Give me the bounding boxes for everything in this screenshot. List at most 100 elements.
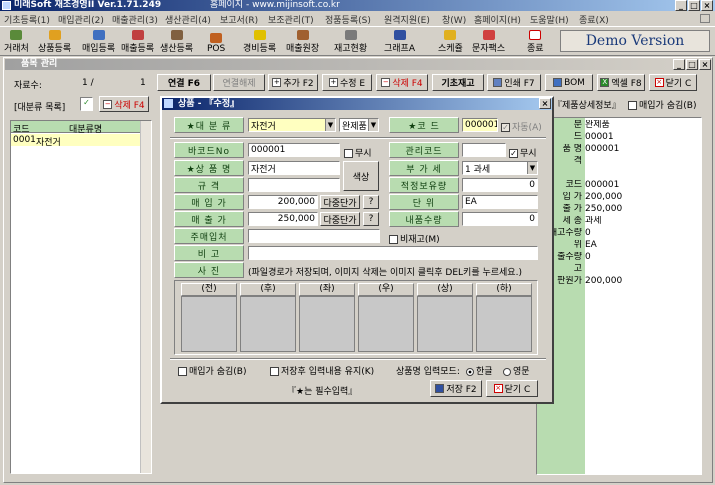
toolbar-pos[interactable]: POS bbox=[207, 28, 225, 54]
app-icon bbox=[2, 1, 11, 10]
barcode-ignore-checkbox[interactable]: 무시 bbox=[344, 146, 372, 159]
menu-production[interactable]: 생산관리(4) bbox=[165, 13, 211, 26]
detail-row: 판원가 200,000 bbox=[557, 276, 623, 286]
image-slot-left[interactable]: (좌) bbox=[299, 283, 355, 352]
bom-icon bbox=[553, 78, 563, 87]
table-row[interactable]: 0001 자전거 bbox=[11, 134, 151, 148]
sell-help-button[interactable]: ? bbox=[363, 212, 379, 226]
category-select[interactable]: 자전거 ▼ bbox=[248, 118, 336, 132]
print-button[interactable]: 인쇄 F7 bbox=[487, 74, 541, 91]
doc-icon[interactable]: ✓ bbox=[80, 97, 93, 111]
excel-button[interactable]: X 엑셀 F8 bbox=[597, 74, 645, 91]
link-button[interactable]: 연결 F6 bbox=[157, 74, 211, 91]
save-button[interactable]: 저장 F2 bbox=[430, 380, 482, 397]
toolbar-fax[interactable]: 문자팩스 bbox=[472, 28, 505, 54]
keep-input-checkbox[interactable]: 저장후 입력내용 유지(K) bbox=[270, 364, 374, 377]
note-field[interactable] bbox=[248, 246, 538, 260]
sell-price-field[interactable]: 250,000 bbox=[248, 212, 318, 226]
mode-korean-radio[interactable]: 한글 bbox=[466, 364, 493, 377]
expense-icon bbox=[253, 30, 266, 40]
menu-help[interactable]: 도움말(H) bbox=[530, 13, 569, 26]
buy-multi-price-button[interactable]: 다중단가 bbox=[320, 195, 360, 209]
pw-close-button[interactable]: × bbox=[699, 59, 711, 70]
toolbar-production[interactable]: 생산등록 bbox=[160, 28, 193, 54]
image-slot-top[interactable]: (상) bbox=[417, 283, 473, 352]
image-slot-front[interactable]: (전) bbox=[181, 283, 237, 352]
menu-basic[interactable]: 기초등록(1) bbox=[4, 13, 50, 26]
delete-button[interactable]: − 삭제 F4 bbox=[376, 74, 428, 91]
toolbar-stock[interactable]: 재고현황 bbox=[334, 28, 367, 54]
barcode-field[interactable]: 000001 bbox=[248, 143, 340, 157]
mgmt-ignore-checkbox[interactable]: ✓ 무시 bbox=[509, 146, 537, 159]
internal-qty-field[interactable]: 0 bbox=[462, 212, 538, 226]
edit-button[interactable]: + 수정 E bbox=[322, 74, 372, 91]
toolbar-graph[interactable]: 그래프A bbox=[384, 28, 415, 54]
category-delete-button[interactable]: − 삭제 F4 bbox=[99, 96, 149, 112]
detail-row: 드 00001 bbox=[573, 132, 614, 142]
image-slot-right[interactable]: (우) bbox=[358, 283, 414, 352]
menu-homepage[interactable]: 홈페이지(H) bbox=[474, 13, 521, 26]
minimize-button[interactable]: _ bbox=[675, 0, 687, 11]
detail-row: 분 완제품 bbox=[573, 120, 610, 130]
toolbar-purchase[interactable]: 매입등록 bbox=[82, 28, 115, 54]
product-type-select[interactable]: 완제품 ▼ bbox=[339, 118, 379, 132]
buy-help-button[interactable]: ? bbox=[363, 195, 379, 209]
base-stock-button[interactable]: 기초재고 bbox=[432, 74, 484, 91]
tax-select[interactable]: 1 과세 ▼ bbox=[462, 161, 538, 175]
detail-tab[interactable]: 『제품상세정보』 bbox=[553, 98, 621, 111]
image-slot-bottom[interactable]: (하) bbox=[476, 283, 532, 352]
menu-exit[interactable]: 종료(X) bbox=[579, 13, 609, 26]
spec-field[interactable] bbox=[248, 178, 340, 192]
nonstock-checkbox[interactable]: 비재고(M) bbox=[389, 232, 440, 245]
add-button[interactable]: + 추가 F2 bbox=[268, 74, 318, 91]
required-note: 『★는 필수입력』 bbox=[287, 387, 358, 397]
category-scrollbar[interactable] bbox=[140, 121, 151, 473]
mode-english-radio[interactable]: 영문 bbox=[503, 364, 530, 377]
stock-label: 적정보유량 bbox=[389, 177, 459, 193]
pw-minimize-button[interactable]: _ bbox=[673, 59, 685, 70]
toolbar-schedule[interactable]: 스케쥴 bbox=[438, 28, 463, 54]
dialog-close-btn[interactable]: × 닫기 C bbox=[486, 380, 538, 397]
toolbar-expense[interactable]: 경비등록 bbox=[243, 28, 276, 54]
dialog-close-button[interactable]: × bbox=[539, 98, 551, 109]
menu-window[interactable]: 창(W) bbox=[442, 13, 466, 26]
menu-sales[interactable]: 매출관리(3) bbox=[112, 13, 158, 26]
stock-field[interactable]: 0 bbox=[462, 178, 538, 192]
code-field[interactable]: 000001 bbox=[462, 118, 498, 132]
toolbar-sales[interactable]: 매출등록 bbox=[121, 28, 154, 54]
radio-checked-icon bbox=[466, 367, 474, 376]
auto-code-checkbox[interactable]: ✓ 자동(A) bbox=[501, 120, 542, 133]
schedule-icon bbox=[444, 30, 457, 40]
menu-purchase[interactable]: 매입관리(2) bbox=[58, 13, 104, 26]
buy-price-field[interactable]: 200,000 bbox=[248, 195, 318, 209]
name-label: ★상 품 명 bbox=[174, 160, 244, 176]
tax-label: 부 가 세 bbox=[389, 160, 459, 176]
bom-button[interactable]: BOM bbox=[545, 74, 593, 91]
close-app-button[interactable]: × bbox=[701, 0, 713, 11]
spec-label: 규 격 bbox=[174, 177, 244, 193]
toolbar-customer[interactable]: 거래처 bbox=[4, 28, 29, 54]
toolbar-product[interactable]: 상품등록 bbox=[38, 28, 71, 54]
hide-buy-price-checkbox[interactable]: 매입가 숨김(B) bbox=[178, 364, 246, 377]
close-window-button[interactable]: × 닫기 C bbox=[649, 74, 697, 91]
mgmt-code-field[interactable] bbox=[462, 143, 506, 157]
toolbar-exit[interactable]: 종료 bbox=[527, 28, 544, 54]
menu-aux[interactable]: 보조관리(T) bbox=[268, 13, 314, 26]
name-field[interactable]: 자전거 bbox=[248, 161, 340, 175]
menu-register[interactable]: 정품등록(S) bbox=[325, 13, 371, 26]
vendor-field[interactable] bbox=[248, 229, 380, 243]
color-button[interactable]: 색상 bbox=[343, 161, 379, 191]
menu-report[interactable]: 보고서(R) bbox=[220, 13, 258, 26]
image-slot-back[interactable]: (후) bbox=[240, 283, 296, 352]
detail-row: 격 bbox=[573, 156, 582, 166]
toolbar-sales-ledger[interactable]: 매출원장 bbox=[286, 28, 319, 54]
pw-maximize-button[interactable]: □ bbox=[686, 59, 698, 70]
hide-price-checkbox[interactable]: 매입가 숨김(B) bbox=[628, 98, 696, 111]
unlink-button[interactable]: 연결해제 bbox=[213, 74, 265, 91]
sell-multi-price-button[interactable]: 다중단가 bbox=[320, 212, 360, 226]
maximize-button[interactable]: □ bbox=[688, 0, 700, 11]
dialog-title-bar: 상품 - 『수정』 bbox=[162, 98, 552, 110]
sales-icon bbox=[131, 30, 144, 40]
menu-remote[interactable]: 원격지원(E) bbox=[384, 13, 430, 26]
unit-field[interactable]: EA bbox=[462, 195, 538, 209]
